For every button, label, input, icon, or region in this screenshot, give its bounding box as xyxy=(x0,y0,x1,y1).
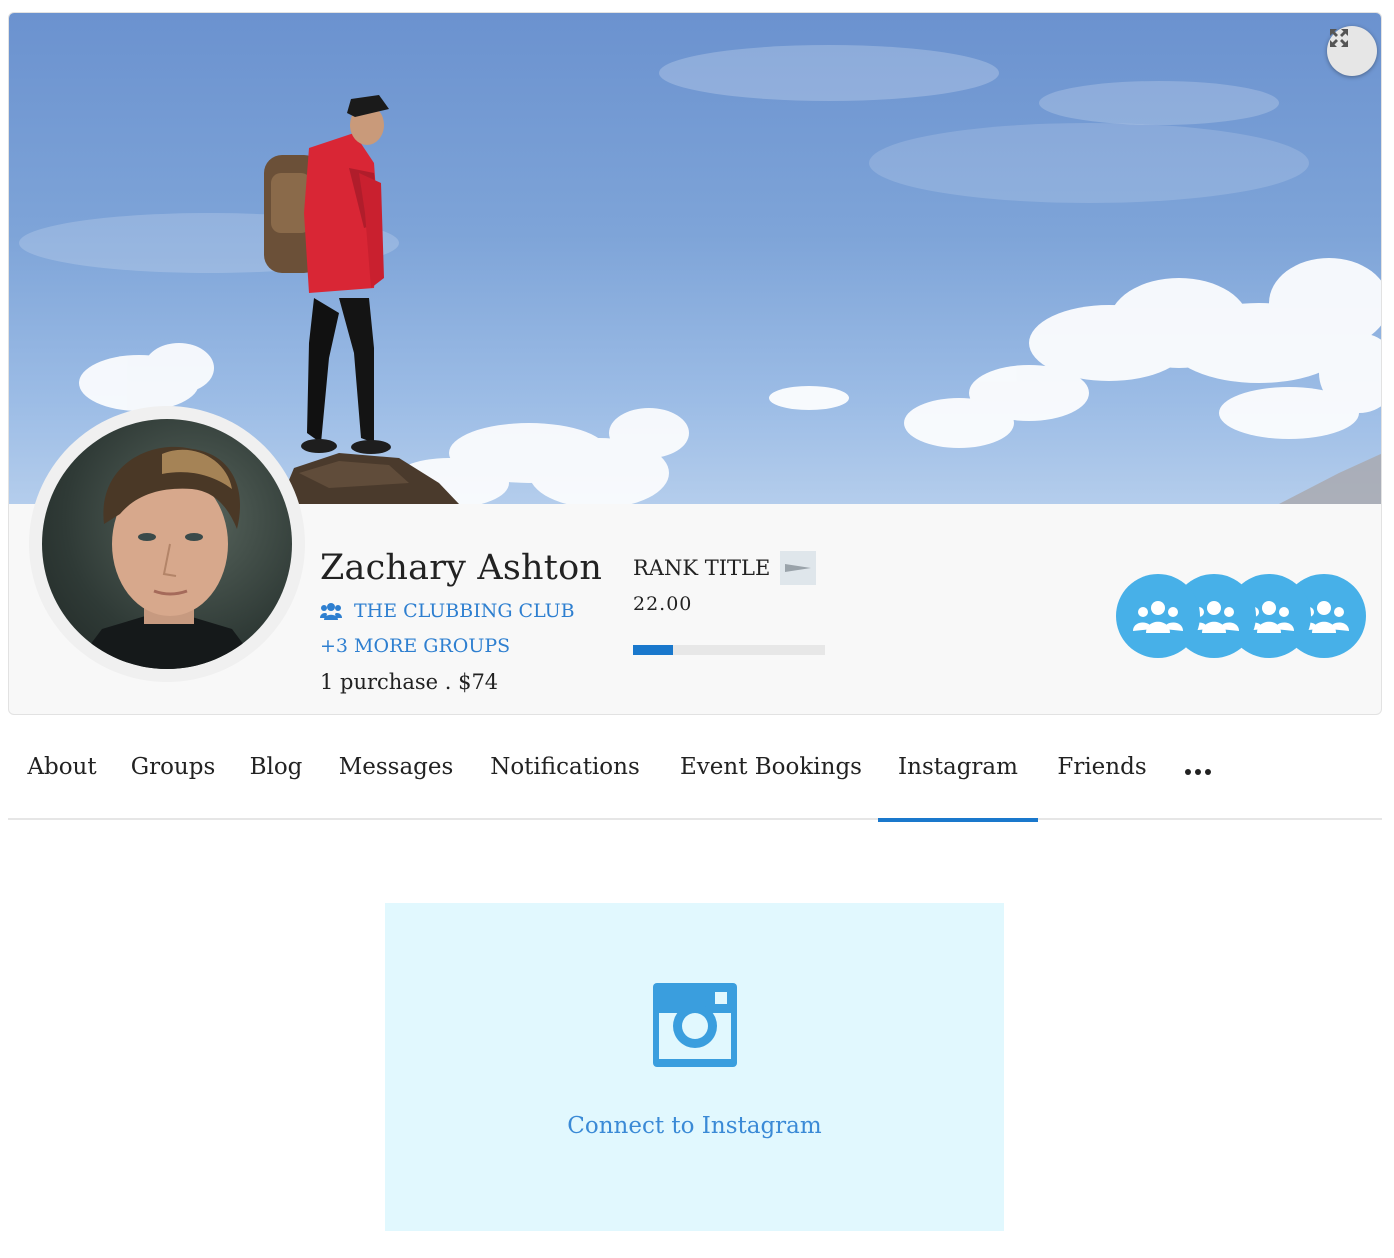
hiker-figure xyxy=(264,95,391,454)
tab-event-bookings[interactable]: Event Bookings xyxy=(673,740,869,820)
tab-instagram[interactable]: Instagram xyxy=(878,740,1038,822)
primary-group-label: THE CLUBBING CLUB xyxy=(354,600,575,622)
group-avatars xyxy=(1116,574,1366,658)
instagram-connect-panel: Connect to Instagram xyxy=(385,903,1004,1231)
more-tabs-button[interactable] xyxy=(1180,760,1216,784)
expand-cover-button[interactable] xyxy=(1327,26,1377,76)
primary-group-link[interactable]: THE CLUBBING CLUB xyxy=(320,600,575,622)
avatar[interactable] xyxy=(29,406,305,682)
connect-instagram-link[interactable]: Connect to Instagram xyxy=(385,1113,1004,1139)
tab-messages[interactable]: Messages xyxy=(333,740,459,820)
group-avatar-1[interactable] xyxy=(1116,574,1200,658)
expand-arrows-icon xyxy=(1330,29,1348,47)
tab-blog[interactable]: Blog xyxy=(246,740,306,820)
tab-about[interactable]: About xyxy=(22,740,102,820)
profile-tabs: Friends Instagram Event Bookings Notificati… xyxy=(8,740,1382,822)
tab-notifications[interactable]: Notifications xyxy=(482,740,648,820)
users-icon xyxy=(320,603,342,620)
rank-badge xyxy=(780,551,817,585)
purchase-summary: 1 purchase . $74 xyxy=(320,670,499,694)
pennant-icon xyxy=(785,564,812,572)
group-icon xyxy=(1133,601,1183,633)
profile-card: Zachary Ashton THE CLUBBING CLUB +3 MORE… xyxy=(8,12,1382,715)
tab-groups[interactable]: Groups xyxy=(126,740,220,820)
rank-value: 22.00 xyxy=(633,593,693,615)
rank-title-label: RANK TITLE xyxy=(633,556,771,580)
profile-name: Zachary Ashton xyxy=(320,548,603,588)
tab-friends[interactable]: Friends xyxy=(1052,740,1152,820)
avatar-photo xyxy=(42,419,292,669)
rank-title: RANK TITLE xyxy=(633,551,817,585)
instagram-icon[interactable] xyxy=(653,983,737,1067)
ellipsis-icon xyxy=(1185,769,1211,775)
rank-progress-bar xyxy=(633,645,825,655)
more-groups-link[interactable]: +3 MORE GROUPS xyxy=(320,635,510,657)
rank-progress-fill xyxy=(633,645,674,655)
